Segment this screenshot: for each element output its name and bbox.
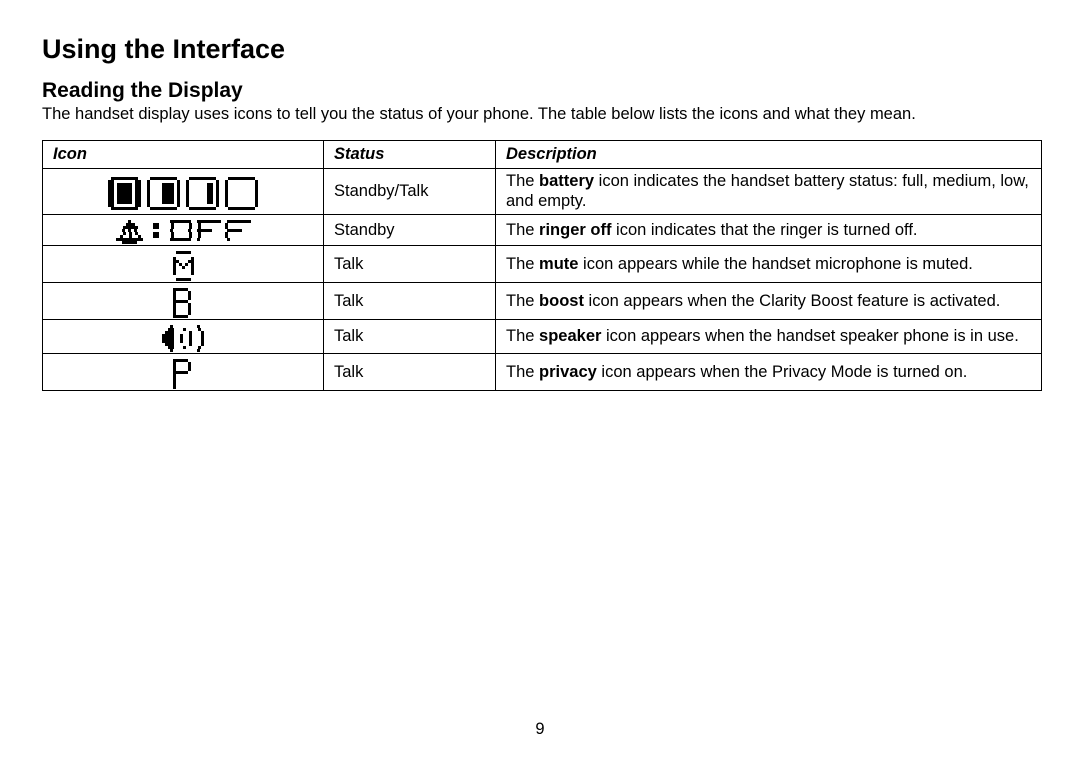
section-intro: The handset display uses icons to tell y… xyxy=(42,105,1042,124)
icon-boost xyxy=(43,283,324,320)
page-number: 9 xyxy=(0,720,1080,739)
description-cell: The ringer off icon indicates that the r… xyxy=(496,215,1042,246)
col-header-icon: Icon xyxy=(43,141,324,169)
table-row: TalkThe speaker icon appears when the ha… xyxy=(43,320,1042,354)
status-cell: Talk xyxy=(324,246,496,283)
status-cell: Talk xyxy=(324,320,496,354)
page-heading: Using the Interface xyxy=(42,34,1042,65)
table-row: TalkThe mute icon appears while the hand… xyxy=(43,246,1042,283)
table-row: TalkThe boost icon appears when the Clar… xyxy=(43,283,1042,320)
icon-mute xyxy=(43,246,324,283)
status-cell: Talk xyxy=(324,354,496,391)
status-cell: Standby/Talk xyxy=(324,169,496,215)
icon-ringer-off xyxy=(43,215,324,246)
section-subheading: Reading the Display xyxy=(42,79,1042,103)
table-body: Standby/TalkThe battery icon indicates t… xyxy=(43,169,1042,391)
icon-speaker xyxy=(43,320,324,354)
col-header-status: Status xyxy=(324,141,496,169)
table-row: TalkThe privacy icon appears when the Pr… xyxy=(43,354,1042,391)
icon-reference-table: Icon Status Description Standby/TalkThe … xyxy=(42,140,1042,391)
icon-battery xyxy=(43,169,324,215)
description-cell: The privacy icon appears when the Privac… xyxy=(496,354,1042,391)
table-row: Standby/TalkThe battery icon indicates t… xyxy=(43,169,1042,215)
table-header-row: Icon Status Description xyxy=(43,141,1042,169)
description-cell: The battery icon indicates the handset b… xyxy=(496,169,1042,215)
table-row: StandbyThe ringer off icon indicates tha… xyxy=(43,215,1042,246)
description-cell: The speaker icon appears when the handse… xyxy=(496,320,1042,354)
icon-privacy xyxy=(43,354,324,391)
col-header-description: Description xyxy=(496,141,1042,169)
status-cell: Talk xyxy=(324,283,496,320)
description-cell: The boost icon appears when the Clarity … xyxy=(496,283,1042,320)
status-cell: Standby xyxy=(324,215,496,246)
manual-page: Using the Interface Reading the Display … xyxy=(0,0,1080,759)
description-cell: The mute icon appears while the handset … xyxy=(496,246,1042,283)
